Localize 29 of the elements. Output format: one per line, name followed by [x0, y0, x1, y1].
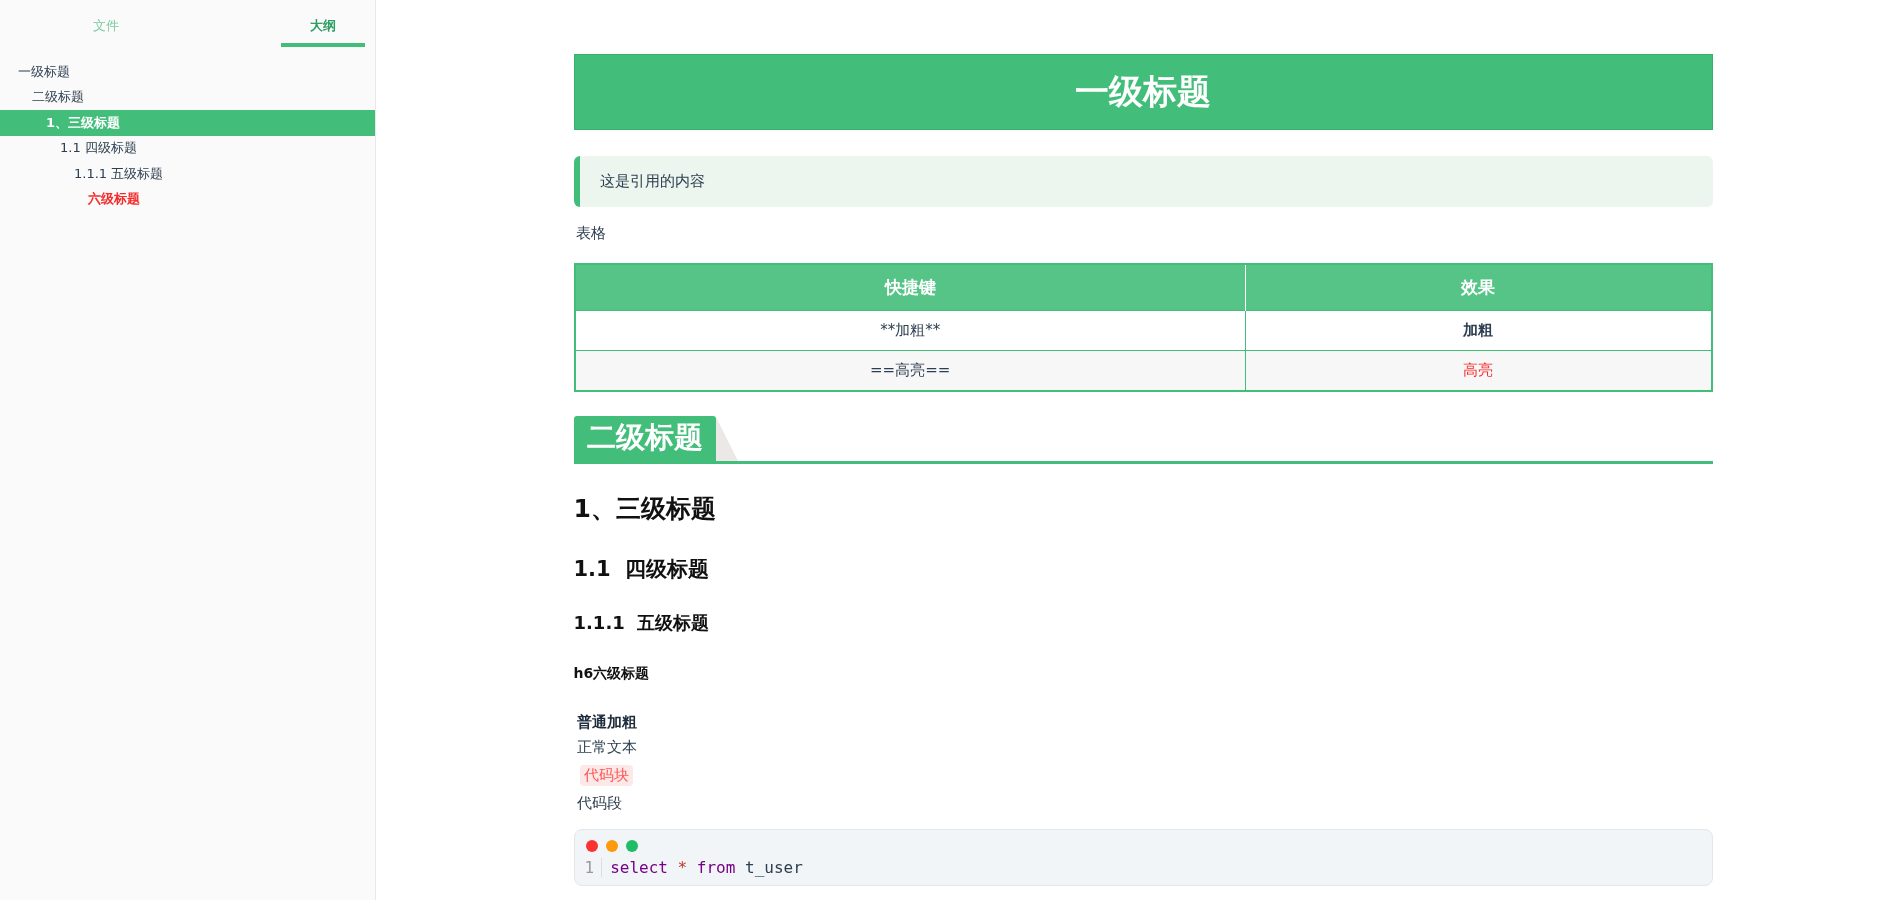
table-caption: 表格: [574, 224, 607, 243]
line-number: 1: [584, 858, 603, 877]
outline-item[interactable]: 六级标题: [0, 186, 375, 212]
heading-2: 二级标题: [573, 416, 716, 461]
tab-fold-drawing: [715, 417, 738, 461]
outline-item[interactable]: 1.1.1 五级标题: [0, 161, 375, 187]
code-line: select * from t_user: [610, 858, 803, 877]
inline-code: 代码块: [579, 765, 633, 786]
heading-5: 1.1.1 五级标题: [573, 611, 711, 635]
heading-1: 一级标题: [573, 54, 1713, 130]
blockquote: 这是引用的内容: [573, 156, 1713, 207]
heading-3: 1、三级标题: [573, 493, 717, 525]
window-dot-icon: [605, 840, 618, 852]
table-cell: 高亮: [1245, 350, 1712, 391]
table-cell: **加粗**: [574, 310, 1246, 351]
bold-text: 普通加粗: [575, 713, 638, 732]
body-text: 正常文本: [575, 738, 638, 757]
outline-item[interactable]: 1.1 四级标题: [0, 135, 375, 161]
heading-6: h6六级标题: [573, 665, 651, 683]
body-text: 代码段: [575, 794, 623, 813]
outline-item[interactable]: 二级标题: [0, 84, 375, 110]
table-header: 快捷键: [574, 264, 1246, 311]
heading-4: 1.1 四级标题: [573, 556, 711, 583]
outline-item[interactable]: 一级标题: [0, 59, 375, 85]
table-cell: 加粗: [1245, 310, 1712, 351]
window-dot-icon: [585, 840, 598, 852]
table-cell: ==高亮==: [574, 350, 1246, 391]
window-dot-icon: [625, 840, 638, 852]
table-header: 效果: [1245, 264, 1712, 311]
